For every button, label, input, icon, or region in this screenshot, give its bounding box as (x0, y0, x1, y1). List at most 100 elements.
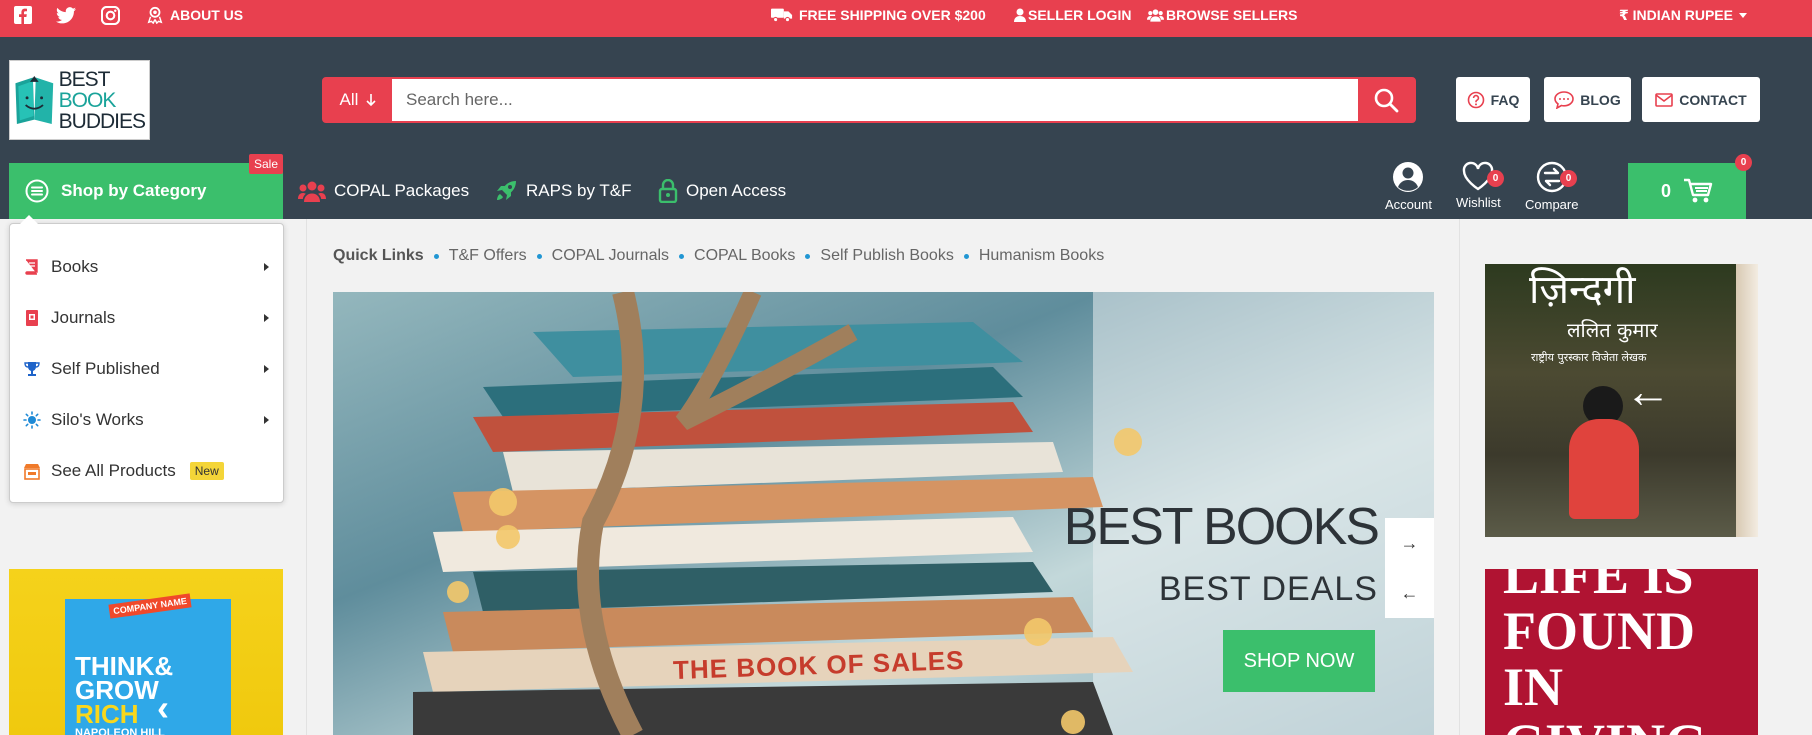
bullet-dot (805, 253, 811, 259)
truck-icon (771, 8, 793, 23)
right-promo-banner-giving[interactable]: LIFE IS FOUND IN GIVING (1485, 569, 1758, 735)
quick-link-copal-books[interactable]: COPAL Books (694, 247, 795, 265)
category-books[interactable]: Books (10, 241, 283, 292)
arrow-down-icon (366, 93, 377, 106)
chat-bubble-icon (1554, 90, 1575, 109)
account-link[interactable]: Account (1385, 161, 1432, 212)
journal-icon (26, 309, 38, 326)
compare-label: Compare (1525, 197, 1579, 212)
logo-line-buddies: BUDDIES (58, 109, 146, 133)
quick-links-label: Quick Links (333, 247, 424, 264)
shop-now-button[interactable]: SHOP NOW (1223, 630, 1375, 692)
blog-label: BLOG (1580, 91, 1621, 108)
seller-login-link[interactable]: SELLER LOGIN (1014, 0, 1131, 30)
seller-login-label: SELLER LOGIN (1028, 7, 1132, 23)
right-promo-banner-hindi[interactable]: ज़िन्दगी ललित कुमार राष्ट्रीय पुरस्कार व… (1485, 264, 1758, 537)
book-icon (25, 258, 38, 275)
quick-link-self-publish-books[interactable]: Self Publish Books (820, 247, 953, 265)
slider-prev-button[interactable]: ← (1385, 568, 1434, 618)
user-badge-icon (147, 6, 163, 24)
bullet-dot (433, 253, 439, 259)
lock-open-icon (658, 179, 678, 203)
hero-slider: THE BOOK OF SALES BEST BOOKS BEST DEALS … (333, 292, 1434, 735)
nav-raps-by-tf[interactable]: RAPS by T&F (494, 173, 632, 209)
nav-open-access[interactable]: Open Access (658, 173, 786, 209)
hindi-book-title: ज़िन्दगी (1529, 267, 1636, 313)
users-icon (1147, 9, 1164, 22)
quick-link-humanism-books[interactable]: Humanism Books (979, 247, 1104, 265)
menu-circle-icon (25, 179, 49, 203)
category-see-all-products[interactable]: See All Products New (10, 445, 283, 496)
chevron-right-icon (264, 262, 269, 271)
users-group-icon (298, 181, 326, 202)
trophy-icon (24, 361, 40, 376)
nav-copal-packages[interactable]: COPAL Packages (298, 173, 469, 209)
about-us-link[interactable]: ABOUT US (146, 0, 243, 30)
facebook-icon[interactable] (14, 0, 32, 30)
store-icon (24, 463, 40, 480)
search-category-label: All (339, 90, 359, 109)
chevron-right-icon (264, 415, 269, 424)
bullet-dot (536, 253, 542, 259)
slider-next-button[interactable]: → (1385, 518, 1434, 568)
user-circle-icon (1393, 162, 1424, 192)
nav-copal-packages-label: COPAL Packages (334, 181, 470, 200)
chevron-left-icon[interactable]: ‹ (157, 687, 169, 729)
instagram-icon[interactable] (101, 0, 120, 30)
twitter-icon[interactable] (56, 0, 76, 30)
hindi-book-tagline: राष्ट्रीय पुरस्कार विजेता लेखक (1531, 351, 1647, 364)
contact-button[interactable]: CONTACT (1642, 77, 1760, 122)
blog-button[interactable]: BLOG (1544, 77, 1631, 122)
cart-total: 0 (1660, 180, 1671, 201)
category-self-published[interactable]: Self Published (10, 343, 283, 394)
hero-title: BEST BOOKS (1063, 498, 1380, 556)
browse-sellers-link[interactable]: BROWSE SELLERS (1147, 0, 1297, 30)
wishlist-count-badge: 0 (1487, 170, 1504, 187)
chevron-right-icon (264, 364, 269, 373)
category-journals[interactable]: Journals (10, 292, 283, 343)
category-self-published-label: Self Published (51, 358, 160, 378)
category-silos-works[interactable]: Silo's Works (10, 394, 283, 445)
cart-count-badge: 0 (1735, 154, 1752, 171)
search-bar: All (322, 77, 1416, 123)
sale-badge: Sale (249, 154, 284, 174)
new-tag: New (189, 461, 224, 480)
site-logo[interactable]: BEST BOOK BUDDIES (9, 60, 150, 140)
faq-button[interactable]: FAQ (1456, 77, 1530, 122)
search-icon (1374, 88, 1399, 113)
header: BEST BOOK BUDDIES All FAQ BLOG CONTACT S… (0, 37, 1812, 219)
search-category-select[interactable]: All (324, 79, 392, 121)
free-shipping-label: FREE SHIPPING OVER $200 (799, 7, 986, 23)
currency-label: ₹ INDIAN RUPEE (1619, 6, 1733, 23)
top-bar: ABOUT US FREE SHIPPING OVER $200 SELLER … (0, 0, 1812, 37)
logo-line-best: BEST (58, 67, 111, 91)
currency-selector[interactable]: ₹ INDIAN RUPEE (1619, 0, 1747, 30)
shop-by-category-label: Shop by Category (61, 181, 207, 200)
logo-text: BEST BOOK BUDDIES (58, 67, 146, 133)
sun-icon (23, 410, 41, 429)
giving-banner-text: LIFE IS FOUND IN GIVING (1503, 569, 1707, 735)
account-label: Account (1385, 197, 1432, 212)
free-shipping-notice: FREE SHIPPING OVER $200 (771, 0, 986, 30)
wishlist-label: Wishlist (1456, 195, 1501, 210)
arrow-right-icon: → (1400, 532, 1419, 553)
bullet-dot (679, 253, 685, 259)
bullet-dot (963, 253, 969, 259)
shop-by-category-button[interactable]: Shop by Category (9, 163, 283, 219)
browse-sellers-label: BROWSE SELLERS (1166, 7, 1298, 23)
arrow-left-icon[interactable]: ← (1625, 364, 1671, 418)
book-page-edge (1736, 264, 1758, 537)
compare-count-badge: 0 (1560, 170, 1577, 187)
cart-button[interactable]: 0 (1628, 163, 1746, 219)
nav-raps-label: RAPS by T&F (526, 181, 632, 200)
search-button[interactable] (1358, 79, 1414, 121)
envelope-icon (1655, 92, 1674, 107)
search-input[interactable] (392, 79, 1358, 121)
quick-link-tf-offers[interactable]: T&F Offers (449, 247, 527, 265)
quick-link-copal-journals[interactable]: COPAL Journals (552, 247, 669, 265)
left-promo-banner[interactable]: COMPANY NAME THINK& GROW RICH NAPOLEON H… (9, 569, 283, 735)
logo-line-book: BOOK (58, 88, 117, 112)
quick-links: Quick Links T&F Offers COPAL Journals CO… (333, 247, 1104, 265)
hindi-book-author: ललित कुमार (1567, 318, 1658, 342)
category-see-all-label: See All Products (51, 460, 176, 480)
